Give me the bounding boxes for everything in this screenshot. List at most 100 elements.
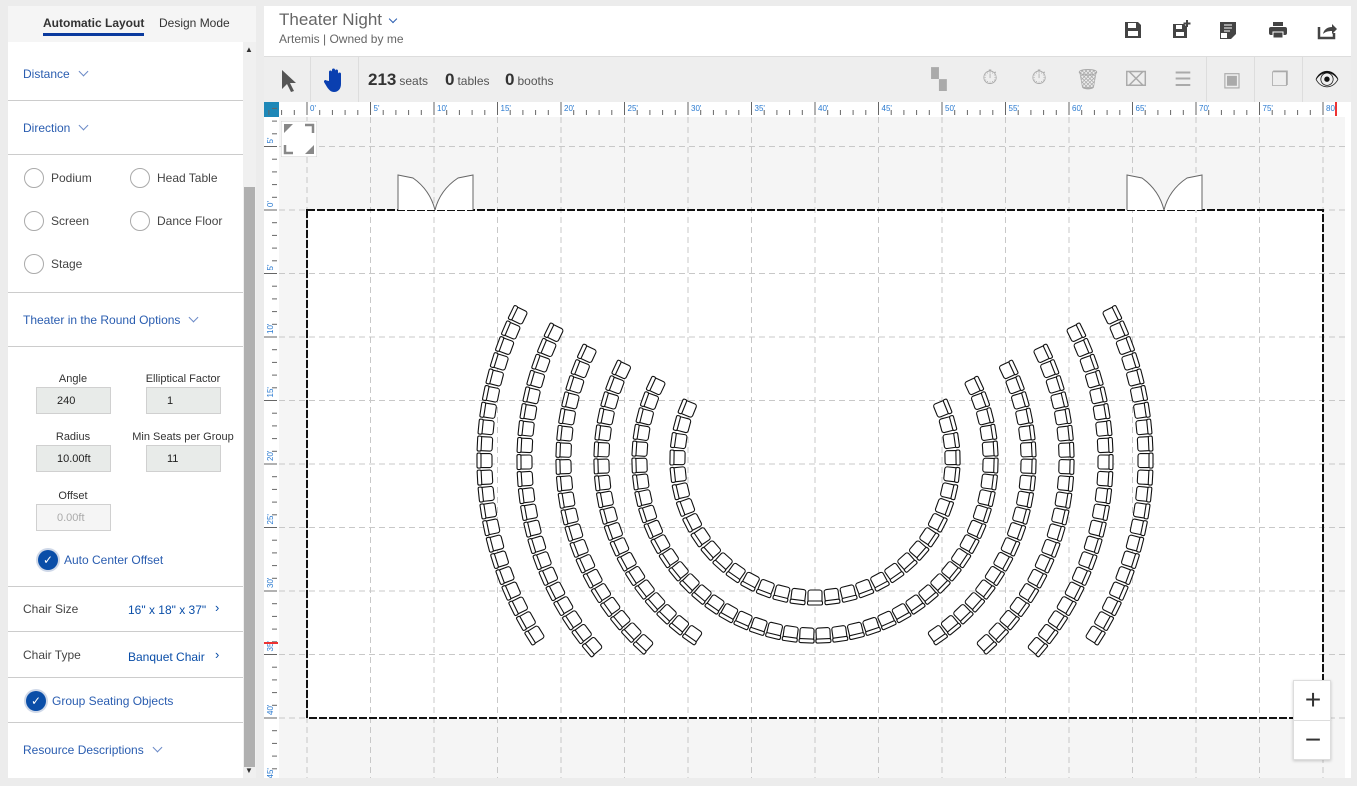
direction-section[interactable]: Direction: [8, 101, 243, 155]
chair: [823, 587, 841, 606]
distance-label: Distance: [23, 67, 70, 81]
auto-center-offset-checkbox[interactable]: ✓ Auto Center Offset: [38, 550, 163, 570]
duplicate-icon[interactable]: ❐: [1265, 67, 1295, 92]
save-as-icon[interactable]: [1170, 20, 1192, 40]
chair: [558, 408, 576, 426]
zoom-out-button[interactable]: −: [1294, 721, 1332, 761]
scrollbar[interactable]: ▲ ▼: [243, 42, 256, 778]
scroll-down-icon[interactable]: ▼: [245, 766, 253, 775]
double-door: [397, 174, 474, 211]
double-door: [1126, 174, 1203, 211]
redo-icon[interactable]: ⏱: [1024, 67, 1054, 90]
fit-to-screen-icon[interactable]: [281, 121, 317, 157]
offset-label: Offset: [58, 490, 88, 502]
radio-dance-floor[interactable]: Dance Floor: [130, 211, 222, 231]
scroll-up-icon[interactable]: ▲: [245, 45, 253, 54]
radio-screen[interactable]: Screen: [24, 211, 89, 231]
chair: [1137, 452, 1154, 469]
chevron-right-icon: ›: [215, 647, 220, 662]
chair: [815, 627, 832, 644]
ruler-y-label: 45': [266, 768, 275, 778]
focal-points: Podium Head Table Screen Dance Floor Sta…: [8, 155, 243, 293]
chair: [516, 454, 533, 471]
chair: [517, 487, 536, 505]
chair: [596, 490, 614, 509]
chair: [1089, 386, 1108, 405]
ruler-y-label: 5': [266, 264, 275, 270]
chair: [1051, 507, 1070, 526]
chair-type-row[interactable]: Chair Type Banquet Chair ›: [8, 632, 243, 678]
chair: [1019, 441, 1037, 458]
floor-plan-svg[interactable]: 0' 5' 10' 15' 20' 25' 30' 35' 40' 45' 50' 55' 60' 65'…: [264, 102, 1345, 778]
chevron-down-icon: [78, 120, 89, 131]
resource-section[interactable]: Resource Descriptions: [8, 723, 243, 778]
save-icon[interactable]: [1122, 20, 1144, 40]
share-icon[interactable]: [1316, 20, 1338, 40]
remove-selection-icon[interactable]: ⌧: [1121, 67, 1151, 92]
elliptical-factor-input[interactable]: 1: [146, 387, 221, 414]
group-seating-checkbox[interactable]: ✓ Group Seating Objects: [26, 691, 173, 711]
event-title[interactable]: Theater Night: [279, 10, 398, 30]
main-area: Theater Night Artemis | Owned by me 213 s…: [264, 6, 1351, 778]
chair: [632, 473, 650, 491]
chair-size-row[interactable]: Chair Size 16" x 18" x 37" ›: [8, 587, 243, 632]
pan-hand-icon[interactable]: [324, 67, 346, 93]
chair: [556, 424, 574, 442]
chair: [670, 432, 688, 450]
chair: [516, 436, 534, 454]
min-seats-input[interactable]: 11: [146, 445, 221, 472]
select-area-icon[interactable]: ▚: [924, 67, 954, 92]
radius-input[interactable]: 10.00ft: [36, 445, 111, 472]
radio-podium[interactable]: Podium: [24, 168, 92, 188]
chair: [560, 507, 579, 526]
chair: [482, 384, 500, 403]
chair: [482, 518, 501, 537]
chair: [477, 485, 495, 503]
chair: [476, 452, 493, 469]
chair: [977, 489, 996, 508]
theater-round-section[interactable]: Theater in the Round Options: [8, 293, 243, 347]
chair: [520, 503, 538, 521]
chevron-down-icon: [188, 312, 199, 323]
tab-design-mode[interactable]: Design Mode: [159, 16, 230, 30]
select-pointer-icon[interactable]: [280, 69, 296, 93]
table-count: 0 tables: [445, 70, 490, 89]
scrollbar-thumb[interactable]: [244, 187, 255, 767]
zoom-in-button[interactable]: +: [1294, 681, 1332, 721]
ruler-x-label: 45': [882, 104, 893, 113]
resource-label: Resource Descriptions: [23, 743, 144, 757]
notes-icon[interactable]: [1217, 20, 1239, 40]
floor-plan-canvas[interactable]: 0' 5' 10' 15' 20' 25' 30' 35' 40' 45' 50' 55' 60' 65'…: [264, 102, 1345, 778]
ruler-y-label: 15': [266, 387, 275, 398]
ruler-y-label: 5': [266, 137, 275, 143]
chair: [596, 407, 615, 426]
chair: [1054, 408, 1072, 426]
align-icon[interactable]: ☰: [1168, 67, 1198, 92]
view-eye-icon[interactable]: 👁: [1312, 67, 1342, 92]
radio-stage[interactable]: Stage: [24, 254, 82, 274]
angle-input[interactable]: 240: [36, 387, 111, 414]
tab-automatic-layout[interactable]: Automatic Layout: [43, 16, 145, 36]
chair: [1096, 436, 1114, 454]
undo-icon[interactable]: ⏱: [975, 67, 1005, 90]
chair: [555, 458, 572, 475]
chair: [516, 470, 534, 488]
ruler-x-label: 75': [1263, 104, 1274, 113]
chair: [789, 587, 807, 606]
check-icon: ✓: [26, 691, 46, 711]
ruler-x-label: 5': [374, 104, 380, 113]
ruler-corner: [264, 102, 279, 117]
chevron-down-icon: [152, 742, 163, 753]
distance-section[interactable]: Distance: [8, 48, 243, 101]
chair: [594, 424, 612, 442]
ruler-y-label: 30': [266, 577, 275, 588]
chevron-down-icon: [388, 14, 398, 24]
radio-head-table[interactable]: Head Table: [130, 168, 218, 188]
chair: [557, 491, 576, 509]
print-icon[interactable]: [1267, 20, 1289, 40]
delete-icon[interactable]: 🗑: [1073, 67, 1103, 92]
paste-icon[interactable]: ▣: [1217, 67, 1247, 92]
chevron-down-icon: [78, 66, 89, 77]
chair: [556, 475, 574, 492]
chair: [944, 449, 961, 466]
